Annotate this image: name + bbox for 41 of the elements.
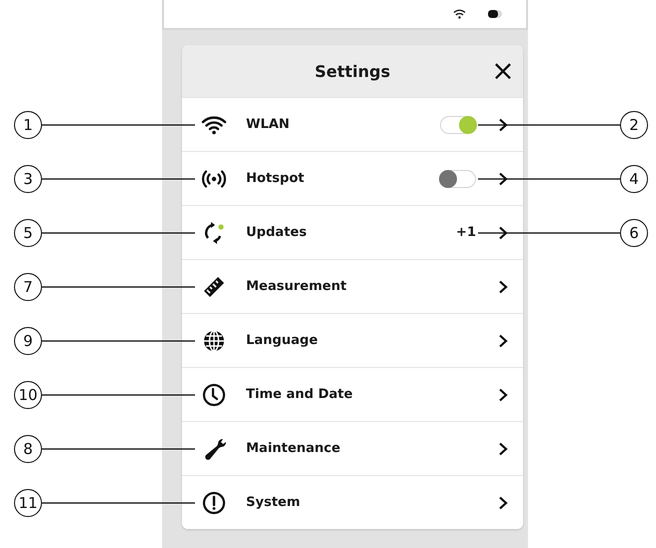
- callout-number: 3: [14, 165, 42, 193]
- refresh-icon: [202, 220, 226, 244]
- wifi-icon: [453, 9, 466, 19]
- menu-item-label[interactable]: Hotspot: [246, 171, 416, 186]
- chevron-icon[interactable]: [498, 118, 508, 132]
- callout-number: 2: [620, 111, 648, 139]
- chevron-icon[interactable]: [498, 172, 508, 186]
- ruler-icon: [202, 274, 226, 298]
- chevron-icon[interactable]: [498, 496, 508, 510]
- callout-number: 5: [14, 219, 42, 247]
- update-count: +1: [456, 225, 476, 240]
- menu-item-label[interactable]: Maintenance: [246, 441, 416, 456]
- toggle-switch[interactable]: [440, 170, 476, 188]
- hotspot-icon: [201, 170, 227, 188]
- callout-number: 7: [14, 273, 42, 301]
- globe-icon: [202, 328, 226, 352]
- close-button[interactable]: ×: [491, 57, 515, 85]
- clock-icon: [202, 382, 226, 406]
- menu-item-label[interactable]: System: [246, 495, 416, 510]
- alert-icon: [202, 490, 226, 514]
- dialog-title: Settings: [314, 62, 392, 80]
- chevron-icon[interactable]: [498, 334, 508, 348]
- callout-number: 6: [620, 219, 648, 247]
- chevron-icon[interactable]: [498, 280, 508, 294]
- callout-number: 10: [14, 381, 42, 409]
- callout-number: 1: [14, 111, 42, 139]
- callout-number: 11: [14, 489, 42, 517]
- callout-number: 8: [14, 435, 42, 463]
- menu-item-label[interactable]: Updates: [246, 225, 416, 240]
- callout-number: 9: [14, 327, 42, 355]
- wifi-icon: [201, 114, 227, 134]
- chevron-icon[interactable]: [498, 442, 508, 456]
- callout-number: 4: [620, 165, 648, 193]
- menu-item-label[interactable]: Measurement: [246, 279, 416, 294]
- chevron-icon[interactable]: [498, 226, 508, 240]
- menu-item-label[interactable]: WLAN: [246, 117, 416, 132]
- battery-icon: [488, 10, 502, 18]
- toggle-switch[interactable]: [440, 116, 476, 134]
- chevron-icon[interactable]: [498, 388, 508, 402]
- menu-item-label[interactable]: Language: [246, 333, 416, 348]
- menu-item-label[interactable]: Time and Date: [246, 387, 416, 402]
